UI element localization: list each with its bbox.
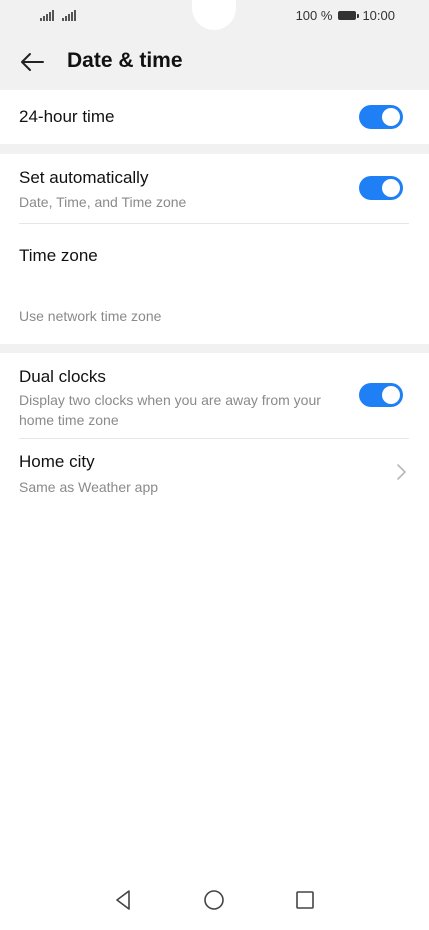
chevron-right-icon <box>397 464 406 480</box>
signal-icon <box>62 9 76 21</box>
status-time: 10:00 <box>362 8 395 23</box>
row-label: Dual clocks <box>19 367 106 386</box>
toggle-dual-clocks[interactable] <box>359 383 403 407</box>
row-dual-clocks[interactable]: Dual clocks Display two clocks when you … <box>0 353 429 438</box>
app-header: Date & time <box>0 38 429 86</box>
row-home-city[interactable]: Home city Same as Weather app <box>0 439 429 503</box>
battery-icon <box>338 11 360 20</box>
nav-back-button[interactable] <box>108 885 138 915</box>
back-button[interactable] <box>14 46 50 78</box>
row-label: Time zone <box>19 246 98 265</box>
section-auto: Set automatically Date, Time, and Time z… <box>0 154 429 344</box>
signal-icon <box>40 9 54 21</box>
section-24hour: 24-hour time <box>0 90 429 144</box>
system-nav-bar <box>0 870 429 930</box>
row-subtitle: Use network time zone <box>19 308 162 324</box>
row-label: 24-hour time <box>19 107 115 126</box>
toggle-knob <box>382 179 400 197</box>
row-set-automatically[interactable]: Set automatically Date, Time, and Time z… <box>0 154 429 224</box>
camera-notch <box>192 0 236 30</box>
toggle-set-automatically[interactable] <box>359 176 403 200</box>
row-label: Home city <box>19 452 95 471</box>
page-title: Date & time <box>67 49 183 72</box>
toggle-24-hour-time[interactable] <box>359 105 403 129</box>
section-separator <box>0 344 429 353</box>
row-24-hour-time[interactable]: 24-hour time <box>0 90 429 144</box>
toggle-knob <box>382 108 400 126</box>
row-subtitle: Display two clocks when you are away fro… <box>19 392 321 428</box>
section-dual-clocks: Dual clocks Display two clocks when you … <box>0 353 429 513</box>
battery-percent: 100 % <box>295 8 333 23</box>
triangle-back-icon <box>116 890 130 910</box>
row-subtitle: Same as Weather app <box>19 479 159 495</box>
status-right: 100 % 10:00 <box>296 8 395 23</box>
square-recents-icon <box>296 891 314 909</box>
toggle-knob <box>382 386 400 404</box>
status-left <box>40 9 76 21</box>
nav-home-button[interactable] <box>199 885 229 915</box>
nav-recents-button[interactable] <box>290 885 320 915</box>
top-area: 100 % 10:00 Date & time <box>0 0 429 90</box>
row-subtitle: Date, Time, and Time zone <box>19 194 187 210</box>
row-label: Set automatically <box>19 168 149 187</box>
section-separator <box>0 144 429 154</box>
circle-home-icon <box>204 890 224 910</box>
back-arrow-icon <box>21 53 44 71</box>
row-time-zone[interactable]: Time zone Use network time zone <box>0 224 429 344</box>
